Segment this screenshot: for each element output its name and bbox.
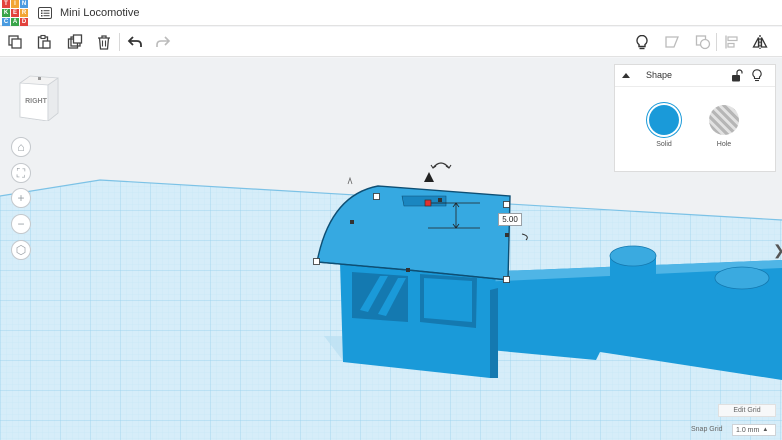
- logo-letter: D: [20, 17, 28, 26]
- dimension-input[interactable]: 5.00: [498, 213, 522, 226]
- hole-option[interactable]: [709, 105, 739, 135]
- align-button[interactable]: [721, 31, 743, 53]
- lightbulb-icon: [636, 34, 648, 50]
- design-list-icon[interactable]: [38, 6, 52, 19]
- delete-button[interactable]: [93, 31, 115, 53]
- panel-title: Shape: [646, 70, 673, 80]
- tinkercad-logo[interactable]: T I N K E R C A D: [0, 0, 28, 26]
- duplicate-button[interactable]: [64, 31, 86, 53]
- lock-icon[interactable]: [731, 69, 743, 82]
- logo-letter: E: [11, 8, 19, 17]
- group-icon: [695, 35, 711, 50]
- delete-icon: [98, 35, 110, 50]
- paste-button[interactable]: [33, 31, 55, 53]
- toolbar: [0, 27, 782, 57]
- hole-label: Hole: [716, 141, 732, 148]
- rotate-side-icon[interactable]: [347, 176, 353, 185]
- logo-letter: T: [2, 0, 10, 8]
- group-button[interactable]: [692, 31, 714, 53]
- zoom-in-button[interactable]: +: [11, 188, 31, 208]
- snap-grid-label: Snap Grid: [691, 426, 723, 433]
- collapse-arrow-icon[interactable]: [621, 71, 631, 81]
- zoom-out-button[interactable]: −: [11, 214, 31, 234]
- panel-header: Shape: [615, 65, 775, 87]
- show-lightbulb-button[interactable]: [631, 31, 653, 53]
- duplicate-icon: [67, 34, 83, 49]
- undo-icon: [127, 36, 142, 47]
- project-title[interactable]: Mini Locomotive: [60, 7, 139, 19]
- logo-letter: R: [20, 8, 28, 17]
- edit-grid-button[interactable]: Edit Grid: [718, 404, 776, 417]
- paste-icon: [37, 34, 51, 49]
- logo-letter: C: [2, 17, 10, 26]
- snap-grid-select[interactable]: 1.0 mm ▲: [732, 424, 776, 436]
- view-cube[interactable]: [16, 73, 60, 121]
- solid-label: Solid: [656, 141, 672, 148]
- title-bar: T I N K E R C A D Mini Locomotive: [0, 0, 782, 26]
- copy-icon: [8, 35, 22, 49]
- shape-inspector-panel: Shape Solid Hole: [614, 64, 776, 172]
- fit-view-button[interactable]: ⛶: [11, 163, 31, 183]
- logo-letter: N: [20, 0, 28, 8]
- logo-letter: I: [11, 0, 19, 8]
- note-button[interactable]: [661, 31, 683, 53]
- toolbar-separator: [119, 33, 120, 51]
- cab-shape[interactable]: [324, 262, 498, 378]
- snap-grid-value: 1.0 mm: [736, 426, 760, 434]
- logo-letter: A: [11, 17, 19, 26]
- redo-icon: [156, 36, 171, 47]
- lightbulb-icon[interactable]: [752, 69, 762, 82]
- lift-arrow-icon[interactable]: [424, 172, 434, 182]
- note-icon: [665, 36, 679, 48]
- redo-button[interactable]: [152, 31, 174, 53]
- align-icon: [725, 35, 738, 49]
- home-view-button[interactable]: ⌂: [11, 137, 31, 157]
- mirror-icon: [752, 35, 768, 49]
- view-cube-label[interactable]: RIGHT: [16, 98, 56, 105]
- chevron-up-icon: ▲: [762, 427, 769, 433]
- toolbar-separator: [716, 33, 717, 51]
- mirror-button[interactable]: [749, 31, 771, 53]
- solid-option[interactable]: [649, 105, 679, 135]
- copy-button[interactable]: [4, 31, 26, 53]
- ortho-view-button[interactable]: ⬡: [11, 240, 31, 260]
- rotate-arrow-icon[interactable]: [432, 162, 450, 169]
- chevron-right-icon[interactable]: ❯: [773, 242, 782, 259]
- logo-letter: K: [2, 8, 10, 17]
- undo-button[interactable]: [124, 31, 146, 53]
